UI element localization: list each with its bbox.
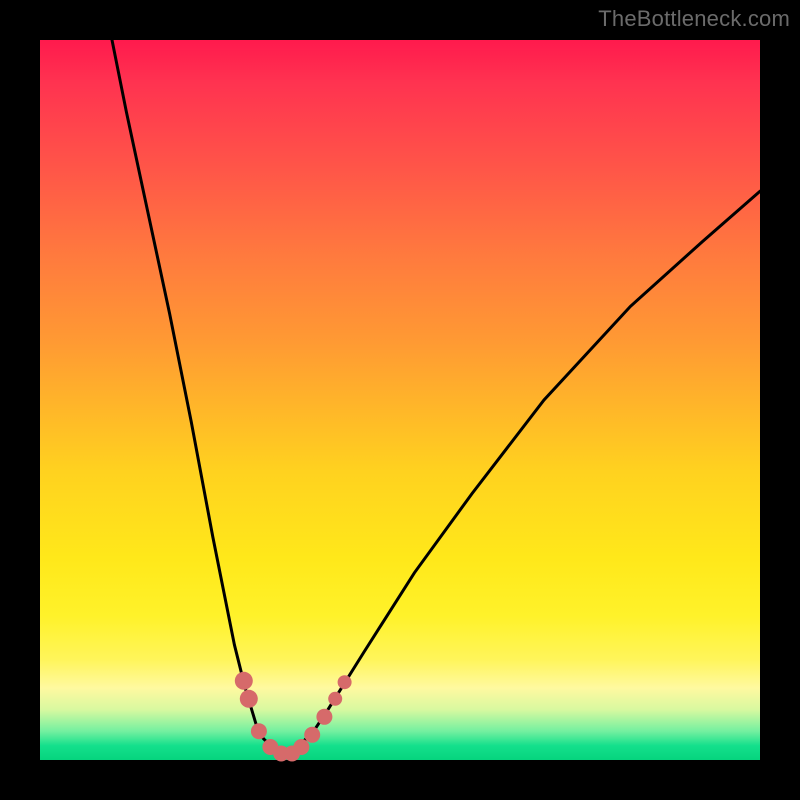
plot-area — [40, 40, 760, 760]
curve-right-branch — [285, 191, 760, 756]
chart-frame: TheBottleneck.com — [0, 0, 800, 800]
data-marker — [235, 672, 253, 690]
data-marker — [304, 727, 320, 743]
data-marker — [240, 690, 258, 708]
curve-left-branch — [112, 40, 285, 756]
data-marker — [293, 739, 309, 755]
data-marker — [328, 692, 342, 706]
data-marker — [338, 675, 352, 689]
data-marker — [251, 723, 267, 739]
watermark-text: TheBottleneck.com — [598, 6, 790, 32]
curve-layer — [40, 40, 760, 760]
data-marker — [316, 709, 332, 725]
